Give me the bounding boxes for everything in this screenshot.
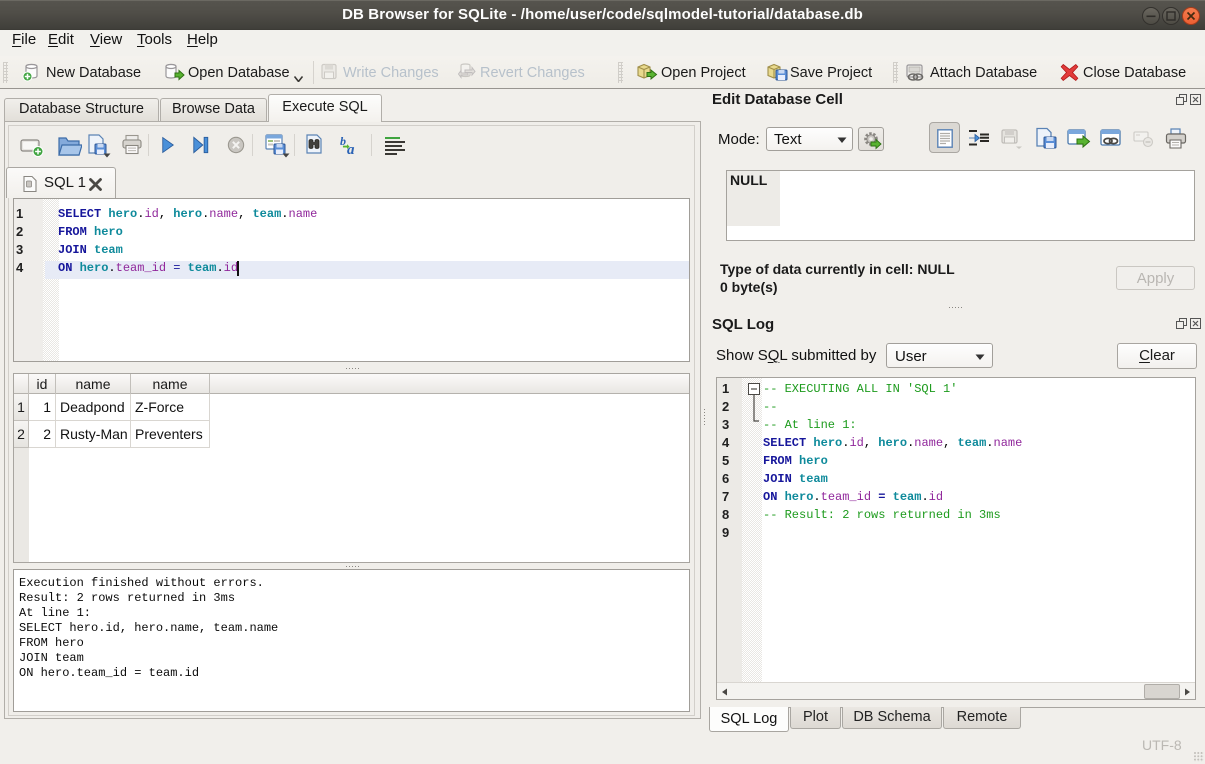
svg-text:a: a (347, 142, 355, 158)
